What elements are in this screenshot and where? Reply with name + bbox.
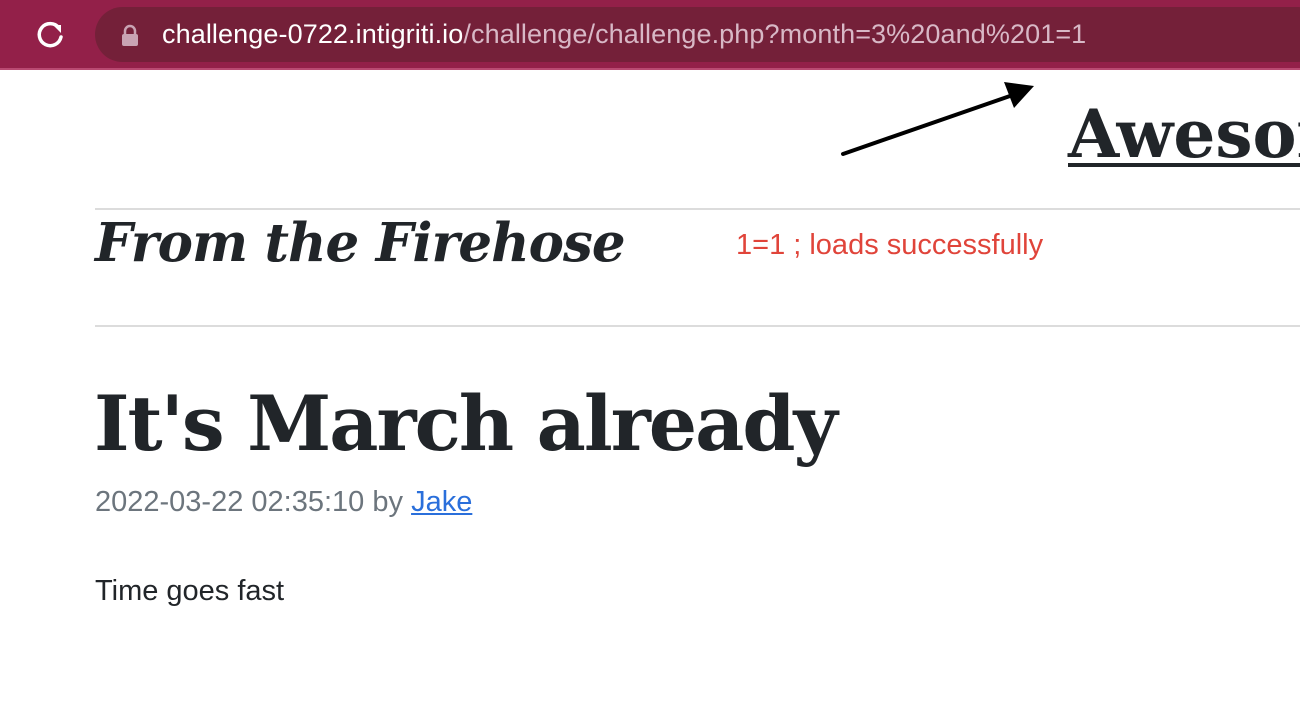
post-title: It's March already bbox=[94, 379, 838, 468]
url-host: challenge-0722.intigriti.io bbox=[162, 19, 464, 49]
site-title[interactable]: Awesor bbox=[1068, 98, 1300, 171]
post-body: Time goes fast bbox=[95, 575, 285, 607]
url-path: /challenge/challenge.php?month=3%20and%2… bbox=[463, 19, 1087, 49]
post-author-link[interactable]: Jake bbox=[411, 486, 472, 518]
section-title: From the Firehose bbox=[95, 212, 626, 274]
post-by-label: by bbox=[372, 486, 403, 518]
browser-toolbar: challenge-0722.intigriti.io/challenge/ch… bbox=[0, 0, 1300, 70]
reload-icon[interactable] bbox=[32, 17, 68, 53]
annotation-note: 1=1 ; loads successfully bbox=[736, 229, 1044, 261]
address-bar[interactable]: challenge-0722.intigriti.io/challenge/ch… bbox=[95, 7, 1300, 62]
divider bbox=[95, 208, 1300, 210]
divider bbox=[95, 325, 1300, 327]
url-text[interactable]: challenge-0722.intigriti.io/challenge/ch… bbox=[162, 7, 1086, 62]
lock-icon[interactable] bbox=[119, 24, 141, 46]
post-date: 2022-03-22 02:35:10 bbox=[95, 486, 365, 518]
post-meta: 2022-03-22 02:35:10 by Jake bbox=[95, 486, 472, 519]
